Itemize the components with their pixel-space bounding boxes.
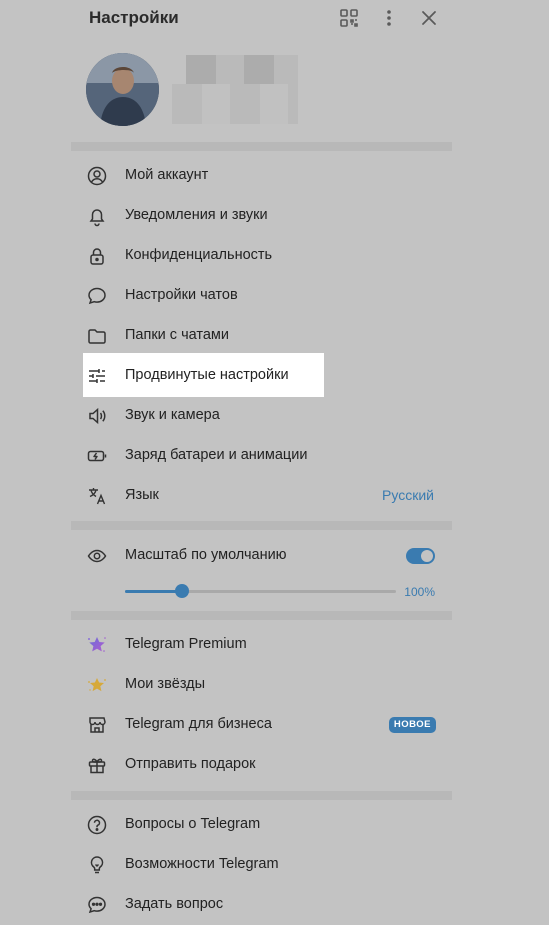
menu-item-faq[interactable]: Вопросы о Telegram xyxy=(71,805,452,845)
menu-item-label: Заряд батареи и анимации xyxy=(125,447,308,463)
sliders-icon xyxy=(86,365,108,387)
section-divider xyxy=(71,611,452,620)
profile-section[interactable] xyxy=(71,46,452,142)
menu-item-features[interactable]: Возможности Telegram xyxy=(71,845,452,885)
speaker-icon xyxy=(86,405,108,427)
menu-item-label: Язык xyxy=(125,487,159,503)
section-divider xyxy=(71,521,452,530)
gift-icon xyxy=(86,754,108,776)
menu-item-label: Продвинутые настройки xyxy=(125,367,289,383)
chat-bubble-icon xyxy=(86,285,108,307)
store-icon xyxy=(86,714,108,736)
menu-item-business[interactable]: Telegram для бизнеса НОВОЕ xyxy=(71,705,452,745)
menu-item-label: Уведомления и звуки xyxy=(125,207,268,223)
menu-item-advanced[interactable]: Продвинутые настройки xyxy=(71,356,452,396)
settings-panel: Настройки Мой аккаунт Уведомления и звук… xyxy=(71,0,452,925)
lock-icon xyxy=(86,245,108,267)
profile-name-blurred xyxy=(186,55,298,85)
menu-item-label: Мой аккаунт xyxy=(125,167,209,183)
menu-item-label: Задать вопрос xyxy=(125,896,224,912)
avatar[interactable] xyxy=(86,53,159,126)
toggle-knob xyxy=(421,550,433,562)
menu-item-notifications[interactable]: Уведомления и звуки xyxy=(71,196,452,236)
folder-icon xyxy=(86,325,108,347)
menu-item-language[interactable]: Язык Русский xyxy=(71,476,452,516)
menu-item-label: Звук и камера xyxy=(125,407,220,423)
menu-item-battery[interactable]: Заряд батареи и анимации xyxy=(71,436,452,476)
menu-item-label: Конфиденциальность xyxy=(125,247,273,263)
menu-item-sound-camera[interactable]: Звук и камера xyxy=(71,396,452,436)
slider-fill xyxy=(125,590,182,593)
menu-item-account[interactable]: Мой аккаунт xyxy=(71,156,452,196)
translate-icon xyxy=(86,485,108,507)
menu-item-my-stars[interactable]: Мои звёзды xyxy=(71,665,452,705)
eye-icon xyxy=(86,545,108,567)
section-divider xyxy=(71,791,452,800)
more-vertical-icon[interactable] xyxy=(378,7,400,29)
language-value: Русский xyxy=(382,487,434,503)
account-icon xyxy=(86,165,108,187)
menu-item-label: Мои звёзды xyxy=(125,676,206,692)
slider-thumb[interactable] xyxy=(174,584,189,598)
menu-item-label: Папки с чатами xyxy=(125,327,229,343)
menu-item-folders[interactable]: Папки с чатами xyxy=(71,316,452,356)
menu-item-label: Возможности Telegram xyxy=(125,856,279,872)
close-icon[interactable] xyxy=(418,7,440,29)
menu-item-label: Настройки чатов xyxy=(125,287,238,303)
menu-item-label: Telegram Premium xyxy=(125,636,247,652)
menu-item-ask-question[interactable]: Задать вопрос xyxy=(71,885,452,925)
scale-slider[interactable] xyxy=(125,584,396,598)
scale-percent: 100% xyxy=(404,585,435,599)
chat-dots-icon xyxy=(86,894,108,916)
menu-item-telegram-premium[interactable]: Telegram Premium xyxy=(71,625,452,665)
page-title: Настройки xyxy=(89,8,179,27)
menu-item-chat-settings[interactable]: Настройки чатов xyxy=(71,276,452,316)
menu-item-privacy[interactable]: Конфиденциальность xyxy=(71,236,452,276)
battery-icon xyxy=(86,445,108,467)
menu-item-send-gift[interactable]: Отправить подарок xyxy=(71,745,452,785)
settings-header: Настройки xyxy=(71,0,452,40)
question-icon xyxy=(86,814,108,836)
scale-label: Масштаб по умолчанию xyxy=(125,547,287,563)
menu-item-label: Telegram для бизнеса xyxy=(125,716,272,732)
section-divider xyxy=(71,142,452,151)
premium-star-icon xyxy=(86,634,108,656)
menu-item-label: Отправить подарок xyxy=(125,756,256,772)
stars-icon xyxy=(86,674,108,696)
bell-icon xyxy=(86,205,108,227)
default-scale-row[interactable]: Масштаб по умолчанию xyxy=(71,536,452,576)
new-badge: НОВОЕ xyxy=(388,717,436,733)
scale-toggle[interactable] xyxy=(406,548,435,564)
lightbulb-icon xyxy=(86,854,108,876)
profile-phone-blurred xyxy=(172,84,298,124)
qr-code-icon[interactable] xyxy=(338,7,360,29)
menu-item-label: Вопросы о Telegram xyxy=(125,816,261,832)
